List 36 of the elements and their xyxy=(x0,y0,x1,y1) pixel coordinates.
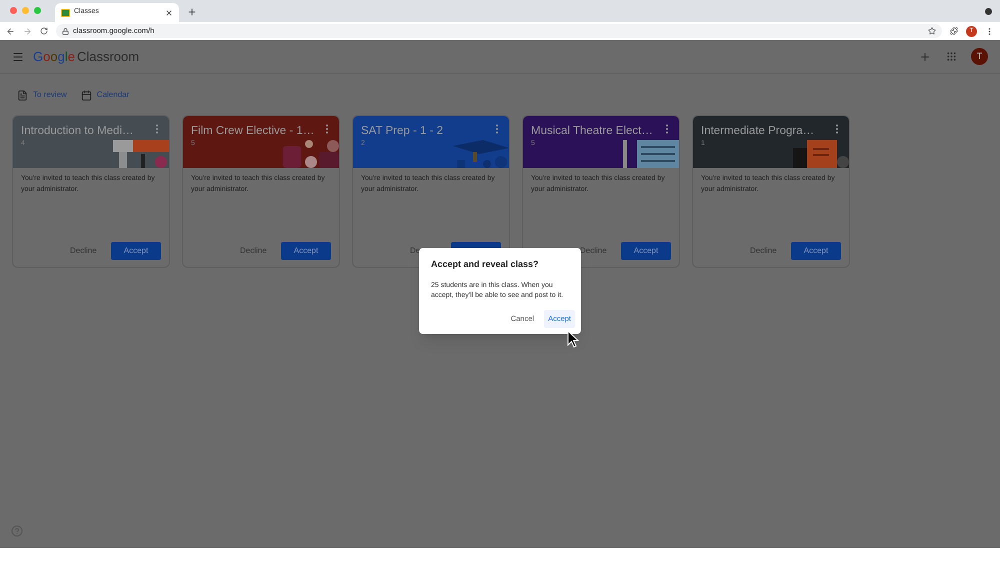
close-window-icon[interactable] xyxy=(10,7,17,14)
decline-button[interactable]: Decline xyxy=(573,242,615,260)
class-title[interactable]: Intermediate Progra… xyxy=(701,123,814,139)
reload-icon[interactable] xyxy=(40,27,48,35)
decline-button[interactable]: De xyxy=(403,242,445,260)
extensions-icon[interactable] xyxy=(950,27,958,35)
app-logo[interactable]: Google xyxy=(33,46,75,66)
review-icon xyxy=(17,90,28,100)
lock-icon xyxy=(62,28,69,34)
nav-link[interactable]: Calendar xyxy=(80,89,130,101)
account-avatar[interactable]: T xyxy=(971,48,988,65)
class-title[interactable]: Introduction to Medi… xyxy=(21,123,134,139)
back-icon[interactable] xyxy=(6,26,15,36)
create-icon[interactable] xyxy=(919,50,931,62)
decline-button[interactable]: Decline xyxy=(233,242,275,260)
classroom-favicon-icon xyxy=(61,8,70,16)
new-tab-icon[interactable] xyxy=(187,7,197,17)
class-title[interactable]: Musical Theatre Elect… xyxy=(531,123,653,139)
close-tab-icon[interactable] xyxy=(165,8,173,16)
class-title[interactable]: SAT Prep - 1 - 2 xyxy=(361,123,444,139)
forward-icon[interactable] xyxy=(23,26,32,36)
nav-link[interactable]: To review xyxy=(17,89,67,101)
bookmark-star-icon[interactable] xyxy=(928,27,936,35)
decline-button[interactable]: Decline xyxy=(743,242,785,260)
decline-button[interactable]: Decline xyxy=(63,242,105,260)
accept-button[interactable]: Accept xyxy=(281,242,331,260)
calendar-icon xyxy=(80,90,92,100)
accept-button[interactable]: Accept xyxy=(621,242,671,260)
accept-button[interactable]: Accept xyxy=(791,242,841,260)
dialog-title: Accept and reveal class? xyxy=(431,258,540,271)
class-title[interactable]: Film Crew Elective - 1… xyxy=(191,123,314,139)
profile-menu-icon[interactable] xyxy=(985,8,992,15)
app-name: Classroom xyxy=(76,48,140,66)
accept-button[interactable]: Accept xyxy=(111,242,161,260)
apps-grid-icon[interactable] xyxy=(946,51,957,62)
menu-icon[interactable] xyxy=(12,50,24,62)
